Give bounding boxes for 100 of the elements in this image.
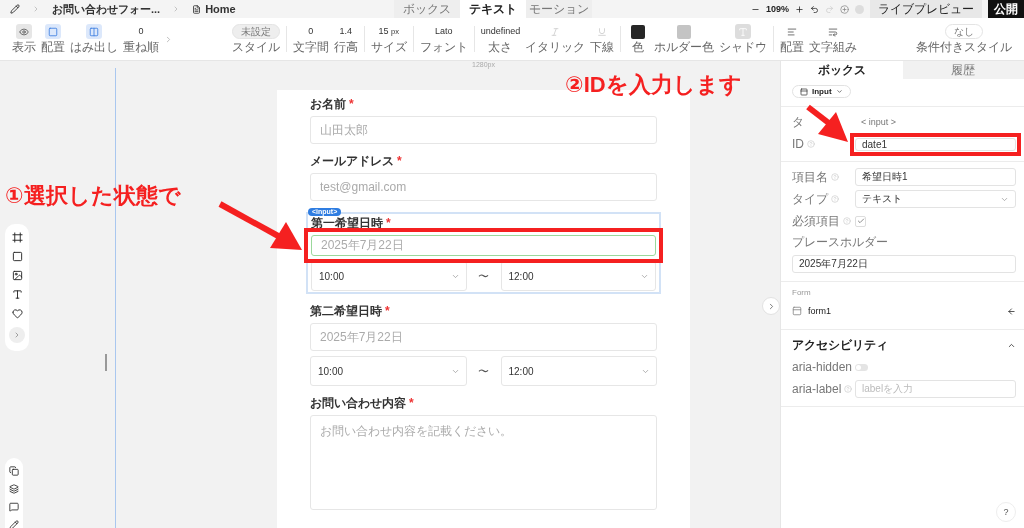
toolbar-value[interactable]: undefined [480, 24, 521, 39]
toolbar-value[interactable]: 1.4 [339, 24, 352, 39]
time-select[interactable]: 12:00 [500, 261, 656, 291]
copy-icon[interactable] [9, 466, 19, 476]
property-label: プレースホルダー [792, 234, 888, 251]
live-preview-button[interactable]: ライブプレビュー [870, 0, 982, 18]
toolbar-label: 条件付きスタイル [916, 41, 1012, 54]
help-icon[interactable] [831, 195, 839, 203]
property-label: タ [792, 113, 804, 131]
property-label: 項目名 [792, 168, 828, 186]
image-icon[interactable] [11, 270, 23, 281]
style-chip[interactable]: なし [945, 24, 983, 39]
check-icon [856, 217, 865, 225]
toolbar-label: 表示 [12, 41, 36, 54]
toolbar-label: 行高 [333, 41, 358, 54]
pencil-icon[interactable] [10, 4, 20, 14]
toolbar-value[interactable]: 0 [308, 24, 314, 39]
arrow-left-icon[interactable] [1007, 306, 1016, 316]
toolbar-label: はみ出し [70, 41, 118, 54]
color-swatch[interactable] [631, 24, 646, 39]
field-label: 第二希望日時 * [310, 305, 391, 318]
help-icon[interactable] [807, 140, 815, 148]
chevron-right-icon [13, 331, 21, 339]
pencil-icon[interactable] [9, 520, 19, 528]
time-select[interactable]: 10:00 [310, 356, 467, 386]
mode-tab[interactable]: モーション [526, 0, 593, 18]
eye-icon[interactable] [16, 24, 32, 39]
layers-icon[interactable] [9, 484, 19, 494]
toolbar-label: フォント [419, 41, 468, 54]
field-label: お名前 * [310, 98, 355, 111]
zoom-level: 109% [765, 4, 789, 14]
comment-icon[interactable] [9, 502, 19, 512]
annotation-arrow [806, 104, 848, 142]
field-label: メールアドレス * [310, 155, 403, 168]
field-label: 第一希望日時 * [311, 217, 392, 230]
help-button[interactable]: ? [996, 502, 1016, 522]
breadcrumb-item[interactable]: お問い合わせフォー... [52, 1, 161, 17]
help-icon[interactable] [843, 217, 851, 225]
chevron-right-icon [32, 5, 40, 13]
help-icon[interactable] [844, 385, 853, 393]
toolbar-label: 配置 [780, 41, 805, 54]
range-separator: 〜 [477, 363, 490, 379]
chevron-down-icon [835, 88, 843, 95]
square-icon[interactable] [11, 251, 23, 262]
resize-handle[interactable] [105, 354, 107, 371]
annotation-text: ②IDを入力します [565, 71, 742, 99]
add-icon[interactable] [840, 4, 849, 14]
panel-tab[interactable]: 履歴 [902, 61, 1024, 79]
toolbar-value[interactable]: 0 [138, 24, 144, 39]
form-name[interactable]: form1 [808, 306, 831, 316]
form-icon [792, 306, 802, 316]
zoom-in-icon[interactable] [795, 4, 804, 14]
property-label: aria-label [792, 382, 842, 396]
id-field[interactable]: date1 [855, 137, 1016, 151]
toolbar-label: 文字間 [292, 41, 329, 54]
heart-icon[interactable] [11, 308, 23, 319]
toolbar-label: 色 [632, 40, 645, 54]
collapse-button[interactable] [762, 297, 780, 315]
style-chip[interactable]: 未設定 [231, 24, 280, 39]
time-select[interactable]: 10:00 [311, 261, 467, 291]
color-swatch[interactable] [677, 24, 692, 39]
tag-value: < input > [861, 117, 897, 127]
property-label: 必須項目 [792, 212, 840, 230]
section-title[interactable]: アクセシビリティ [792, 336, 888, 354]
text-icon[interactable] [11, 289, 23, 300]
annotation-text: ①選択した状態で [5, 182, 181, 210]
property-label: ID [792, 137, 804, 151]
redo-icon[interactable] [825, 4, 834, 14]
toolbar-label: 重ね順 [123, 41, 159, 54]
mode-tab[interactable]: ボックス [394, 0, 461, 18]
toolbar-label: 配置 [41, 41, 65, 54]
help-icon[interactable] [831, 173, 839, 181]
placeholder-field[interactable]: 2025年7月22日 [792, 255, 1016, 273]
toolbar-label: ホルダー色 [654, 40, 715, 54]
toolbar-label: イタリック [525, 41, 586, 54]
property-label: aria-hidden [792, 360, 853, 374]
required-checkbox[interactable] [855, 215, 866, 227]
breadcrumb-item[interactable]: Home [205, 3, 236, 15]
toolbar-label: 文字組み [809, 41, 858, 54]
toolbar-label: シャドウ [719, 41, 768, 54]
toolbar-label: 下線 [590, 41, 615, 54]
field-label: お問い合わせ内容 * [310, 397, 415, 410]
chevron-right-icon[interactable] [164, 34, 173, 44]
panel-icon [800, 87, 808, 96]
toolbar-label: スタイル [231, 41, 280, 54]
columns-icon[interactable] [86, 24, 102, 39]
publish-button[interactable]: 公開 [988, 0, 1024, 18]
type-select[interactable]: テキスト [855, 190, 1016, 208]
property-label: タイプ [792, 190, 828, 208]
range-separator: 〜 [477, 268, 490, 284]
font-value[interactable]: Lato [434, 24, 453, 39]
section-title: Form [792, 288, 812, 297]
time-select[interactable]: 12:00 [500, 356, 657, 386]
page-icon [192, 4, 202, 14]
mode-tab[interactable]: テキスト [460, 0, 527, 18]
name-field[interactable]: 希望日時1 [855, 168, 1016, 186]
aria-hidden-toggle[interactable] [855, 363, 868, 371]
undo-icon[interactable] [810, 4, 819, 14]
expand-button[interactable] [9, 327, 25, 343]
frame-icon[interactable] [11, 232, 23, 243]
